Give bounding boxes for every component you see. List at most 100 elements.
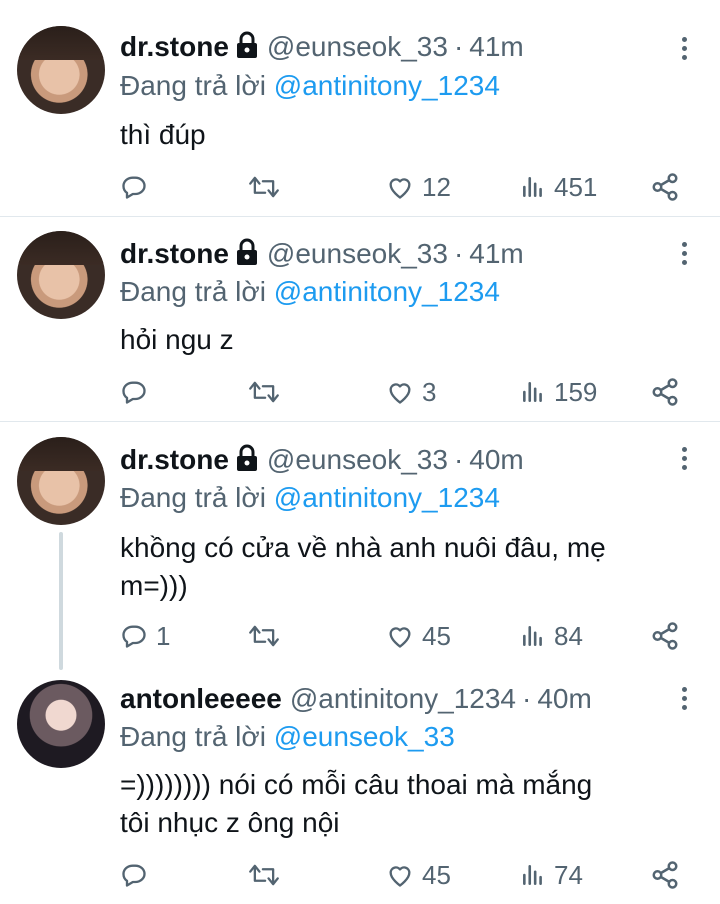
- timestamp[interactable]: 41m: [469, 31, 523, 62]
- separator: ·: [453, 238, 464, 269]
- action-bar: 1 45 84: [120, 619, 690, 653]
- avatar[interactable]: [17, 26, 105, 114]
- retweet-button[interactable]: [248, 170, 280, 204]
- tweet[interactable]: dr.stone @eunseok_33 · 41m Đang trả lời @an…: [0, 217, 720, 421]
- views-icon: [520, 861, 546, 889]
- views-icon: [520, 173, 546, 201]
- replying-to-label: Đang trả lời: [120, 721, 266, 752]
- lock-icon: [235, 443, 259, 483]
- share-icon: [650, 172, 680, 202]
- tweet-header: dr.stone @eunseok_33 · 41m: [120, 27, 524, 67]
- share-button[interactable]: [650, 619, 680, 653]
- reply-button[interactable]: [120, 375, 156, 409]
- tweet-text: =)))))))) nói có mỗi câu thoai mà mắng t…: [120, 766, 690, 842]
- like-count: 45: [422, 620, 451, 651]
- reply-button[interactable]: [120, 858, 156, 892]
- like-count: 45: [422, 859, 451, 890]
- tweet-text-line: =)))))))) nói có mỗi câu thoai mà mắng: [120, 769, 593, 800]
- share-button[interactable]: [650, 375, 680, 409]
- action-bar: 3 159: [120, 375, 690, 409]
- handle[interactable]: @eunseok_33: [267, 31, 448, 62]
- tweet-text-line: khồng có cửa về nhà anh nuôi đâu, mẹ: [120, 532, 606, 563]
- like-button[interactable]: 3: [386, 375, 436, 409]
- reply-button[interactable]: 1: [120, 619, 170, 653]
- more-icon[interactable]: [682, 447, 690, 475]
- lock-icon: [235, 237, 259, 277]
- separator: ·: [522, 683, 532, 714]
- reply-icon: [120, 622, 148, 650]
- tweet[interactable]: dr.stone @eunseok_33 · 41m Đang trả lời @an…: [0, 0, 720, 216]
- like-button[interactable]: 12: [386, 170, 451, 204]
- handle[interactable]: @eunseok_33: [267, 238, 448, 269]
- heart-icon: [386, 173, 414, 201]
- separator: ·: [453, 444, 464, 475]
- share-button[interactable]: [650, 858, 680, 892]
- like-button[interactable]: 45: [386, 858, 451, 892]
- display-name[interactable]: dr.stone: [120, 238, 229, 269]
- replying-to-handle[interactable]: @antinitony_1234: [274, 482, 500, 513]
- replying-to-label: Đang trả lời: [120, 276, 266, 307]
- view-count: 74: [554, 859, 583, 890]
- timestamp[interactable]: 40m: [537, 683, 591, 714]
- retweet-icon: [248, 622, 280, 650]
- avatar[interactable]: [17, 231, 105, 319]
- timestamp[interactable]: 40m: [469, 444, 523, 475]
- views-button[interactable]: 451: [520, 170, 597, 204]
- tweet-text-line: m=))): [120, 570, 188, 601]
- replying-to-handle[interactable]: @antinitony_1234: [274, 70, 500, 101]
- timestamp[interactable]: 41m: [469, 238, 523, 269]
- retweet-button[interactable]: [248, 858, 280, 892]
- tweet-text: khồng có cửa về nhà anh nuôi đâu, mẹ m=)…: [120, 529, 690, 605]
- reply-icon: [120, 173, 148, 201]
- thread-connector: [59, 532, 63, 670]
- retweet-icon: [248, 861, 280, 889]
- tweet-header: antonleeeee @antinitony_1234 · 40m: [120, 679, 592, 719]
- heart-icon: [386, 378, 414, 406]
- reply-button[interactable]: [120, 170, 156, 204]
- more-icon[interactable]: [682, 242, 690, 270]
- replying-to-label: Đang trả lời: [120, 70, 266, 101]
- tweet-feed: dr.stone @eunseok_33 · 41m Đang trả lời @an…: [0, 0, 720, 904]
- heart-icon: [386, 861, 414, 889]
- retweet-button[interactable]: [248, 619, 280, 653]
- lock-icon: [235, 30, 259, 70]
- tweet[interactable]: antonleeeee @antinitony_1234 · 40m Đang trả…: [0, 670, 720, 904]
- reply-count: 1: [156, 620, 171, 651]
- retweet-icon: [248, 378, 280, 406]
- view-count: 159: [554, 376, 598, 407]
- avatar[interactable]: [17, 437, 105, 525]
- reply-icon: [120, 861, 148, 889]
- heart-icon: [386, 622, 414, 650]
- handle[interactable]: @antinitony_1234: [290, 683, 516, 714]
- action-bar: 12 451: [120, 170, 690, 204]
- replying-to-handle[interactable]: @eunseok_33: [274, 721, 455, 752]
- display-name[interactable]: dr.stone: [120, 444, 229, 475]
- share-button[interactable]: [650, 170, 680, 204]
- views-button[interactable]: 159: [520, 375, 597, 409]
- tweet-text: hỏi ngu z: [120, 324, 234, 355]
- tweet-header: dr.stone @eunseok_33 · 41m: [120, 234, 524, 274]
- replying-to-handle[interactable]: @antinitony_1234: [274, 276, 500, 307]
- views-button[interactable]: 84: [520, 619, 583, 653]
- tweet-text: thì đúp: [120, 119, 206, 150]
- display-name[interactable]: antonleeeee: [120, 683, 282, 714]
- views-icon: [520, 622, 546, 650]
- avatar[interactable]: [17, 680, 105, 768]
- action-bar: 45 74: [120, 858, 690, 892]
- like-count: 12: [422, 171, 451, 202]
- retweet-button[interactable]: [248, 375, 280, 409]
- replying-to: Đang trả lời @antinitony_1234: [120, 66, 500, 106]
- views-button[interactable]: 74: [520, 858, 583, 892]
- tweet-header: dr.stone @eunseok_33 · 40m: [120, 440, 524, 480]
- retweet-icon: [248, 173, 280, 201]
- handle[interactable]: @eunseok_33: [267, 444, 448, 475]
- share-icon: [650, 860, 680, 890]
- tweet[interactable]: dr.stone @eunseok_33 · 40m Đang trả lời @an…: [0, 422, 720, 670]
- more-icon[interactable]: [682, 37, 690, 65]
- more-icon[interactable]: [682, 687, 690, 715]
- like-button[interactable]: 45: [386, 619, 451, 653]
- views-icon: [520, 378, 546, 406]
- display-name[interactable]: dr.stone: [120, 31, 229, 62]
- view-count: 451: [554, 171, 598, 202]
- share-icon: [650, 621, 680, 651]
